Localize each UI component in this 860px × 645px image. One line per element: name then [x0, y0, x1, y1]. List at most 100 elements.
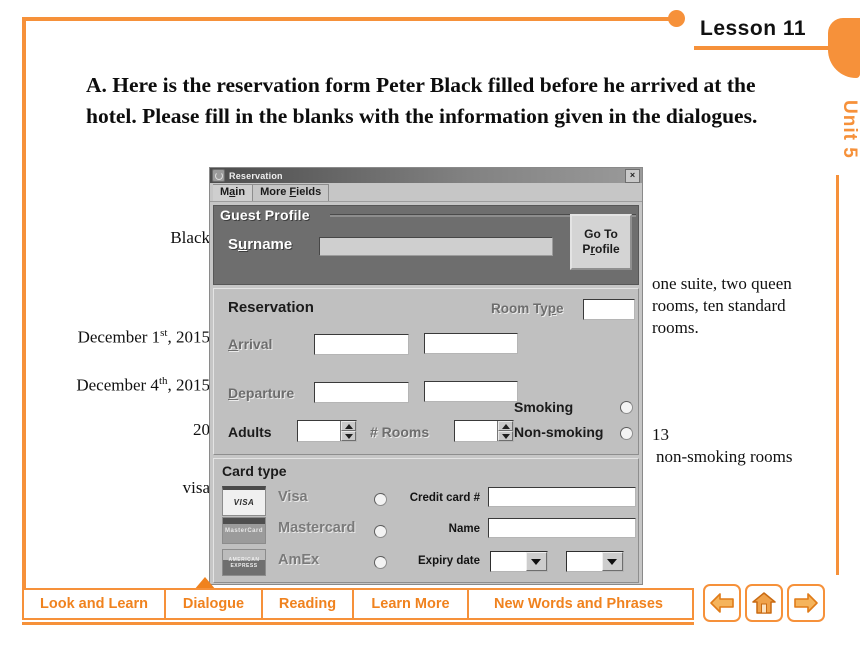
adults-stepper[interactable]: [297, 420, 357, 442]
card-type-radio-visa[interactable]: [374, 493, 387, 506]
close-icon[interactable]: ×: [625, 169, 640, 183]
reservation-panel: Reservation Room Type Arrival Departure …: [213, 288, 639, 455]
amex-logo-icon: AMERICAN EXPRESS: [222, 549, 266, 576]
expiry-year-select[interactable]: [566, 551, 624, 572]
credit-card-number-input[interactable]: [488, 487, 636, 507]
card-type-label-amex: AmEx: [278, 552, 320, 568]
nav-tab-reading[interactable]: Reading: [263, 590, 354, 618]
visa-logo-icon: VISA: [222, 486, 266, 516]
room-type-accel: p: [547, 301, 556, 316]
window-title: Reservation: [229, 170, 283, 181]
answer-rooms-count: 13: [652, 425, 669, 444]
expiry-month-select[interactable]: [490, 551, 548, 572]
room-type-label-b: e: [556, 301, 564, 316]
rooms-input[interactable]: [455, 421, 497, 441]
departure-time-input[interactable]: [424, 381, 518, 402]
card-name-label: Name: [448, 523, 480, 535]
chevron-down-icon[interactable]: [602, 552, 623, 571]
arrival-label-text: rrival: [238, 336, 273, 352]
arrival-date-input[interactable]: [314, 334, 409, 355]
go-to-profile-line2-b: ofile: [595, 242, 620, 256]
frame-left-rule: [22, 17, 26, 592]
rooms-stepper-buttons: [497, 421, 513, 441]
card-type-radio-mastercard[interactable]: [374, 525, 387, 538]
tab-main-label-b: in: [235, 186, 246, 198]
surname-label-b: rname: [247, 236, 293, 253]
card-type-panel: Card type VISA Visa MasterCard Mastercar…: [213, 458, 639, 583]
card-name-input[interactable]: [488, 518, 636, 538]
answer-departure-date-main: December 4: [76, 375, 159, 395]
rooms-stepper[interactable]: [454, 420, 514, 442]
nav-tab-learn-more[interactable]: Learn More: [354, 590, 469, 618]
adults-increment-icon[interactable]: [341, 421, 356, 431]
departure-label: Departure: [228, 385, 294, 401]
answer-arrival-date-year: , 2015: [167, 327, 211, 347]
frame-top-rule: [22, 17, 677, 21]
tabstrip: Main More Fields: [210, 183, 642, 202]
tab-more-label-b: ields: [296, 186, 322, 198]
answer-arrival-date-suffix: st: [160, 327, 168, 339]
answer-departure-date: December 4th, 2015: [12, 375, 210, 396]
chevron-down-icon[interactable]: [526, 552, 547, 571]
answer-rooms-note: non-smoking rooms: [656, 447, 793, 466]
answer-room-type: one suite, two queen rooms, ten standard…: [652, 274, 792, 337]
card-type-label-visa: Visa: [278, 489, 308, 505]
answer-adults: 20: [193, 420, 210, 439]
card-type-radio-amex[interactable]: [374, 556, 387, 569]
answer-arrival-date-main: December 1: [77, 327, 161, 347]
smoking-radio[interactable]: [620, 401, 633, 414]
nav-tab-dialogue[interactable]: Dialogue: [166, 590, 263, 618]
rooms-decrement-icon[interactable]: [498, 431, 513, 441]
tab-more-label-a: More: [260, 186, 290, 198]
answer-departure-date-suffix: th: [158, 375, 168, 387]
page-title: A. Here is the reservation form Peter Bl…: [86, 73, 758, 128]
departure-accel: D: [228, 385, 239, 401]
room-type-input[interactable]: [583, 299, 635, 320]
home-button[interactable]: [745, 584, 783, 622]
room-type-label: Room Type: [491, 301, 564, 316]
tab-more-fields[interactable]: More Fields: [252, 184, 330, 201]
answer-surname: Black: [170, 228, 210, 247]
lesson-underline: [694, 46, 834, 50]
unit-label: Unit 5: [839, 100, 860, 159]
forward-button[interactable]: [787, 584, 825, 622]
app-icon: [212, 169, 225, 182]
surname-label-a: S: [228, 236, 239, 253]
rooms-increment-icon[interactable]: [498, 421, 513, 431]
frame-right-rule: [836, 175, 839, 575]
go-to-profile-line1: Go To: [584, 227, 618, 241]
frame-dot-decoration: [668, 10, 685, 27]
expiry-year-value: [567, 552, 602, 571]
reservation-window: Reservation × Main More Fields Guest Pro…: [209, 167, 643, 585]
arrival-label: Arrival: [228, 336, 272, 352]
nav-buttons: [703, 584, 825, 622]
bottom-nav: Look and Learn Dialogue Reading Learn Mo…: [22, 588, 694, 620]
guest-profile-legend: Guest Profile: [220, 207, 310, 223]
back-button[interactable]: [703, 584, 741, 622]
arrival-time-input[interactable]: [424, 333, 518, 354]
credit-card-number-label: Credit card #: [409, 492, 480, 504]
answer-card-type: visa: [182, 478, 210, 497]
adults-stepper-buttons: [340, 421, 356, 441]
guest-profile-panel: Guest Profile Surname Go To Profile: [213, 205, 639, 285]
adults-decrement-icon[interactable]: [341, 431, 356, 441]
surname-label: Surname: [228, 236, 292, 253]
go-to-profile-line2: Profile: [582, 242, 619, 257]
nav-tab-new-words-and-phrases[interactable]: New Words and Phrases: [469, 590, 688, 618]
nav-tab-look-and-learn[interactable]: Look and Learn: [24, 590, 166, 618]
tab-main[interactable]: Main: [213, 184, 254, 201]
answer-departure-date-year: , 2015: [167, 375, 211, 395]
answer-arrival-date: December 1st, 2015: [12, 327, 210, 348]
departure-date-input[interactable]: [314, 382, 409, 403]
surname-input[interactable]: [319, 237, 553, 256]
expiry-month-value: [491, 552, 526, 571]
go-to-profile-button[interactable]: Go To Profile: [570, 214, 632, 270]
non-smoking-radio[interactable]: [620, 427, 633, 440]
tab-main-label-a: M: [220, 186, 230, 198]
answer-rooms: 13 non-smoking rooms: [652, 424, 842, 468]
reservation-section-title: Reservation: [228, 299, 314, 316]
card-type-title: Card type: [222, 463, 287, 479]
rooms-label: # Rooms: [370, 424, 430, 440]
room-type-label-a: Room Ty: [491, 301, 548, 316]
adults-input[interactable]: [298, 421, 340, 441]
